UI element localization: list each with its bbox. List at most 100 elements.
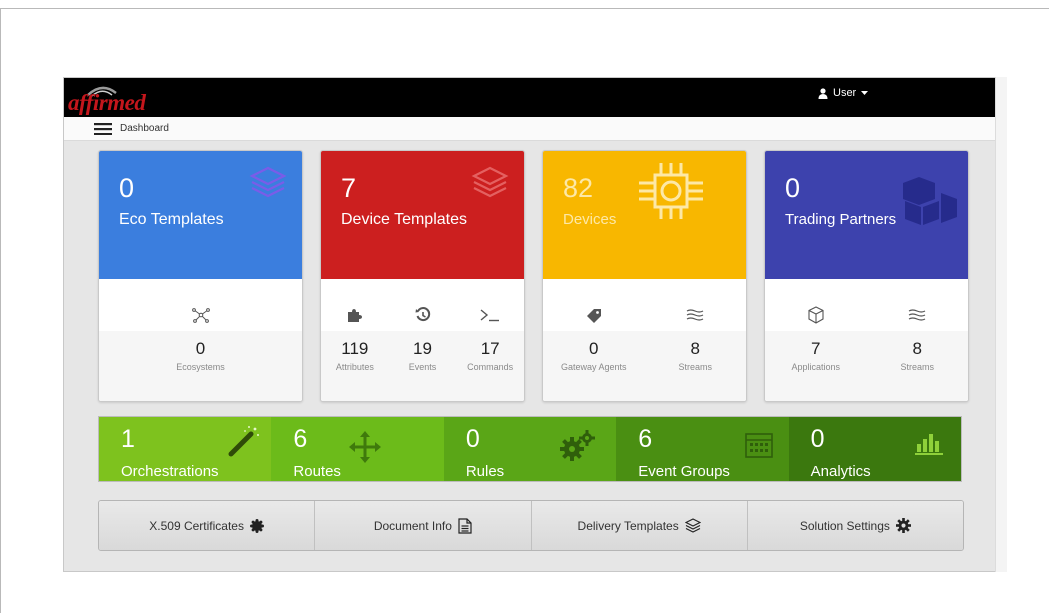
chip-icon xyxy=(639,163,703,219)
stat-value: 119 xyxy=(341,339,369,358)
tile-number: 0 xyxy=(810,425,825,453)
card-number: 0 xyxy=(785,173,801,203)
card-header: 7 Device Templates xyxy=(321,151,524,279)
tile-orchestrations[interactable]: 1 Orchestrations xyxy=(99,417,272,481)
terminal-icon xyxy=(480,305,500,325)
card-label: Trading Partners xyxy=(785,211,897,228)
tile-label: Rules xyxy=(465,463,505,480)
stat-value: 0 xyxy=(195,339,206,358)
tile-label: Event Groups xyxy=(638,463,730,480)
action-bar: X.509 Certificates Document Info Deliver… xyxy=(98,500,964,551)
affirmed-logo[interactable]: affirmed xyxy=(68,86,208,117)
button-label: X.509 Certificates xyxy=(149,518,244,533)
stat-ecosystems[interactable]: 0 Ecosystems xyxy=(99,279,302,401)
stat-value: 8 xyxy=(690,339,700,358)
scrollbar[interactable] xyxy=(995,77,1007,572)
stat-value: 7 xyxy=(811,339,821,358)
card-number: 82 xyxy=(563,173,594,203)
card-label: Device Templates xyxy=(341,211,467,228)
button-label: Delivery Templates xyxy=(577,518,679,533)
calendar-icon xyxy=(745,433,774,458)
stat-value: 17 xyxy=(480,339,500,358)
top-navbar: affirmed User xyxy=(64,78,995,117)
summary-tiles-row: 1 Orchestrations 6 Routes 0 Rules 6 Even… xyxy=(98,416,962,482)
tile-number: 6 xyxy=(293,425,308,453)
button-label: Solution Settings xyxy=(799,518,890,533)
move-arrows-icon xyxy=(349,431,382,463)
hamburger-menu-icon[interactable] xyxy=(94,122,112,135)
stat-streams[interactable]: 8 Streams xyxy=(645,279,747,401)
user-icon xyxy=(818,87,828,99)
tile-analytics[interactable]: 0 Analytics xyxy=(788,417,961,481)
stat-attributes[interactable]: 119 Attributes xyxy=(321,279,389,401)
card-header: 0 Eco Templates xyxy=(99,151,302,279)
stat-value: 19 xyxy=(413,339,432,358)
tile-rules[interactable]: 0 Rules xyxy=(443,417,617,481)
app-window: affirmed User Dashboard 0 Eco Templates … xyxy=(63,77,996,572)
gear-icon xyxy=(895,518,911,533)
tile-label: Orchestrations xyxy=(121,463,219,480)
history-icon xyxy=(415,305,431,325)
stat-label: Attributes xyxy=(335,362,374,372)
document-icon xyxy=(458,517,472,534)
tile-label: Analytics xyxy=(810,463,871,480)
tile-event-groups[interactable]: 6 Event Groups xyxy=(616,417,789,481)
stat-streams[interactable]: 8 Streams xyxy=(867,279,969,401)
stat-gateway-agents[interactable]: 0 Gateway Agents xyxy=(543,279,645,401)
card-stats: 7 Applications 8 Streams xyxy=(765,279,969,401)
user-label: User xyxy=(833,87,857,99)
breadcrumb-bar: Dashboard xyxy=(64,117,995,141)
network-icon xyxy=(191,305,210,325)
certificate-icon xyxy=(249,518,264,533)
solution-settings-button[interactable]: Solution Settings xyxy=(747,501,963,550)
cubes-icon xyxy=(903,177,957,225)
tile-routes[interactable]: 6 Routes xyxy=(271,417,444,481)
user-menu[interactable]: User xyxy=(818,87,869,99)
delivery-templates-button[interactable]: Delivery Templates xyxy=(531,501,748,550)
layers-icon xyxy=(684,518,701,533)
eco-templates-card[interactable]: 0 Eco Templates 0 Ecosystems xyxy=(98,150,303,402)
stat-label: Applications xyxy=(791,362,841,372)
card-header: 82 Devices xyxy=(543,151,746,279)
device-templates-card[interactable]: 7 Device Templates 119 Attributes 19 Eve… xyxy=(320,150,525,402)
devices-card[interactable]: 82 Devices 0 Gateway Agents 8 Streams xyxy=(542,150,747,402)
trading-partners-card[interactable]: 0 Trading Partners 7 Applications 8 Stre… xyxy=(764,150,969,402)
waves-icon xyxy=(908,305,926,325)
stat-label: Events xyxy=(408,362,437,372)
stat-label: Streams xyxy=(678,362,712,372)
puzzle-icon xyxy=(346,305,364,325)
card-header: 0 Trading Partners xyxy=(765,151,968,279)
gears-icon xyxy=(559,430,595,461)
card-stats: 0 Gateway Agents 8 Streams xyxy=(543,279,747,401)
stat-events[interactable]: 19 Events xyxy=(389,279,457,401)
layers-icon xyxy=(249,166,287,198)
bar-chart-icon xyxy=(914,434,943,455)
stat-label: Streams xyxy=(900,362,934,372)
tile-label: Routes xyxy=(293,463,341,480)
tile-number: 0 xyxy=(465,425,480,453)
page-title: Dashboard xyxy=(120,123,169,134)
button-label: Document Info xyxy=(373,518,452,533)
stat-commands[interactable]: 17 Commands xyxy=(456,279,524,401)
waves-icon xyxy=(686,305,704,325)
card-stats: 119 Attributes 19 Events 17 Commands xyxy=(321,279,524,401)
magic-wand-icon xyxy=(228,426,259,457)
card-number: 7 xyxy=(341,173,357,203)
stat-applications[interactable]: 7 Applications xyxy=(765,279,867,401)
caret-down-icon xyxy=(861,90,869,95)
stat-label: Ecosystems xyxy=(176,362,225,372)
stat-value: 8 xyxy=(912,339,922,358)
tag-icon xyxy=(585,305,603,325)
card-number: 0 xyxy=(119,173,135,203)
tile-number: 1 xyxy=(121,425,135,453)
card-label: Devices xyxy=(563,211,617,228)
stat-value: 0 xyxy=(589,339,599,358)
box-icon xyxy=(807,305,825,325)
document-info-button[interactable]: Document Info xyxy=(315,501,532,550)
stat-label: Commands xyxy=(467,362,514,372)
card-stats: 0 Ecosystems xyxy=(99,279,302,401)
layers-icon xyxy=(471,166,509,198)
stat-label: Gateway Agents xyxy=(560,362,627,372)
x509-certificates-button[interactable]: X.509 Certificates xyxy=(99,501,316,550)
card-label: Eco Templates xyxy=(119,211,224,228)
